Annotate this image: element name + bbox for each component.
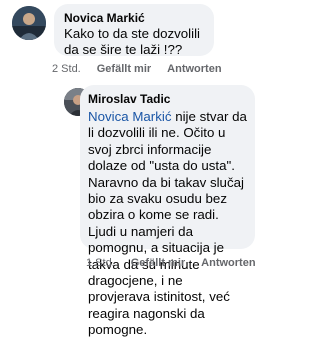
comment-actions: 2 Std. Gefällt mir Antworten [52, 63, 238, 76]
comment-actions: 1 Std. Gefällt mir Antworten [86, 257, 272, 270]
reply-button[interactable]: Antworten [167, 63, 221, 76]
mention-link[interactable]: Novica Markić [88, 109, 172, 124]
comment-miroslav: Miroslav Tadic Novica Markić nije stvar … [0, 80, 263, 337]
comment-body: nije stvar da li dozvolili ili ne. Očito… [88, 109, 247, 338]
comment-bubble: Miroslav Tadic Novica Markić nije stvar … [80, 85, 255, 337]
comment-author[interactable]: Miroslav Tadic [88, 92, 247, 106]
comment-novica: Novica Markić Kako to da ste dozvolili d… [0, 0, 263, 80]
comment-author[interactable]: Novica Markić [64, 11, 204, 25]
like-button[interactable]: Gefällt mir [97, 63, 151, 76]
like-button[interactable]: Gefällt mir [131, 257, 185, 270]
comment-bubble: Novica Markić Kako to da ste dozvolili d… [54, 4, 214, 58]
reply-button[interactable]: Antworten [201, 257, 255, 270]
comment-text: Kako to da ste dozvolili da se šire te l… [64, 26, 201, 58]
comment-text: Novica Markić nije stvar da li dozvolili… [88, 109, 247, 339]
profile-photo-icon [12, 6, 46, 40]
avatar[interactable] [12, 6, 46, 40]
comment-timestamp[interactable]: 2 Std. [52, 63, 81, 76]
comment-timestamp[interactable]: 1 Std. [86, 257, 115, 270]
